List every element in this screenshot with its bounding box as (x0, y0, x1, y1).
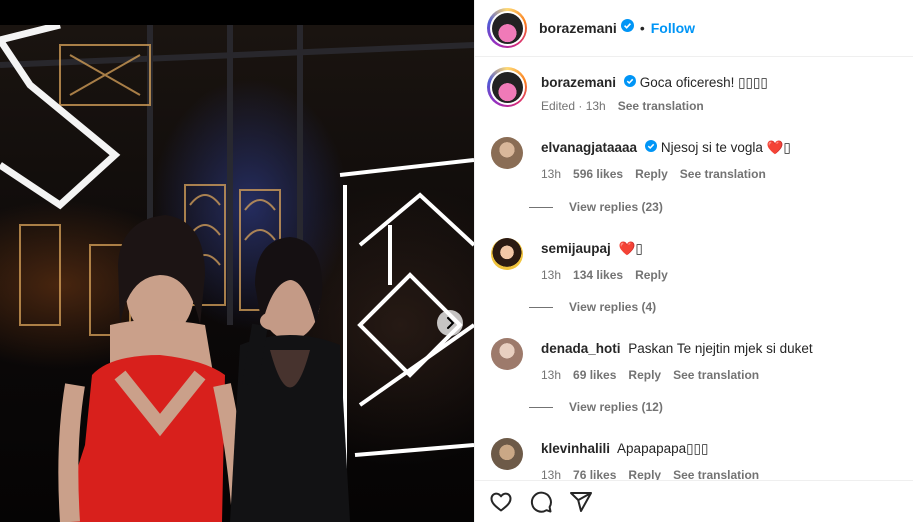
post-header: borazemani • Follow (475, 0, 913, 57)
post-photo (0, 25, 474, 522)
comment-time: 13h (541, 368, 562, 382)
chevron-right-icon (447, 317, 455, 329)
person-left (58, 215, 249, 522)
comment-likes[interactable]: 134 likes (573, 268, 623, 282)
comment-username[interactable]: semijaupaj (541, 241, 611, 256)
comment-avatar[interactable] (491, 438, 523, 470)
comment-text: Apapapapa▯▯▯ (617, 441, 709, 456)
view-replies-button[interactable]: View replies (4) (529, 300, 656, 314)
person-right (230, 237, 350, 522)
follow-button[interactable]: Follow (651, 20, 695, 36)
comment-see-translation[interactable]: See translation (673, 368, 759, 382)
post-sidebar: borazemani • Follow borazemani Goca ofic… (474, 0, 913, 522)
verified-badge-icon (624, 74, 637, 92)
verified-badge-icon (620, 19, 634, 37)
verified-badge-icon (645, 139, 658, 157)
comment-see-translation[interactable]: See translation (680, 167, 766, 181)
post-photo-illustration (0, 25, 474, 522)
comment-avatar[interactable] (491, 137, 523, 169)
comment-username[interactable]: denada_hoti (541, 341, 621, 356)
author-username[interactable]: borazemani (539, 20, 617, 36)
comment-username[interactable]: klevinhalili (541, 441, 610, 456)
comment-time: 13h (541, 468, 562, 480)
comment-reply-button[interactable]: Reply (635, 167, 668, 181)
caption-see-translation[interactable]: See translation (618, 99, 704, 113)
view-replies-button[interactable]: View replies (23) (529, 200, 663, 214)
post-actions (475, 480, 913, 522)
view-replies-label: View replies (23) (569, 200, 663, 214)
comment-text: Paskan Te njejtin mjek si duket (628, 341, 813, 356)
separator-dot: • (639, 20, 645, 36)
comment-likes[interactable]: 596 likes (573, 167, 623, 181)
comment-likes[interactable]: 69 likes (573, 368, 616, 382)
comment-reply-button[interactable]: Reply (635, 268, 668, 282)
comment-likes[interactable]: 76 likes (573, 468, 616, 480)
next-image-button[interactable] (437, 310, 463, 336)
comment-time: 13h (541, 268, 562, 282)
comment-reply-button[interactable]: Reply (628, 468, 661, 480)
view-replies-label: View replies (12) (569, 400, 663, 414)
comment-avatar[interactable] (491, 338, 523, 370)
comment-avatar[interactable] (491, 238, 523, 270)
comment-reply-button[interactable]: Reply (628, 368, 661, 382)
heart-icon[interactable] (489, 490, 513, 514)
comment-time: 13h (541, 167, 562, 182)
comment-icon[interactable] (529, 490, 553, 514)
comment-text: Njesoj si te vogla ❤️▯ (660, 140, 791, 155)
caption-avatar[interactable] (487, 67, 527, 107)
share-icon[interactable] (569, 490, 593, 514)
view-replies-button[interactable]: View replies (12) (529, 400, 663, 414)
post-media[interactable] (0, 0, 474, 522)
comment-text: ❤️▯ (618, 241, 643, 256)
caption-edited: Edited · 13h (541, 99, 606, 114)
author-avatar[interactable] (487, 8, 527, 48)
comment-username[interactable]: elvanagjataaaa (541, 140, 637, 155)
comments-list[interactable]: borazemani Goca oficeresh! ▯▯▯▯ Edited ·… (475, 57, 913, 480)
caption-username[interactable]: borazemani (541, 75, 616, 90)
view-replies-label: View replies (4) (569, 300, 657, 314)
caption-text: Goca oficeresh! ▯▯▯▯ (639, 75, 768, 90)
comment-see-translation[interactable]: See translation (673, 468, 759, 480)
